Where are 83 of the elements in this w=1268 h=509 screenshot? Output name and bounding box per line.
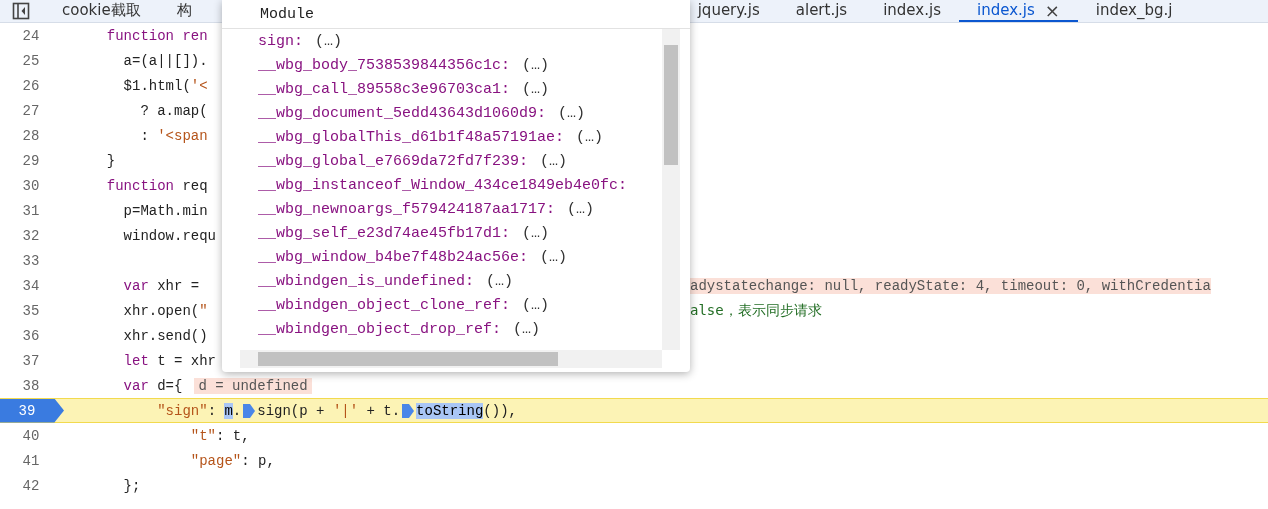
line-number: 40	[21, 427, 41, 444]
line-number: 37	[21, 352, 41, 369]
file-tab[interactable]: index.js	[865, 0, 959, 22]
breakpoint-line-number[interactable]: 39	[0, 398, 64, 423]
line-number: 27	[21, 102, 41, 119]
vertical-scrollbar[interactable]	[662, 29, 680, 350]
code-token: function	[105, 177, 174, 194]
property-row[interactable]: __wbg_document_5edd43643d1060d9: (…)	[258, 101, 662, 125]
code-token: + t.	[365, 402, 401, 419]
line-number: 29	[21, 152, 41, 169]
file-tab[interactable]: cookie截取	[44, 0, 159, 22]
code-token: t = xhr	[156, 352, 217, 369]
property-row[interactable]: __wbg_call_89558c3e96703ca1: (…)	[258, 77, 662, 101]
code-comment: alse，表示同步请求	[690, 301, 822, 318]
code-token: sign(p +	[257, 402, 326, 419]
horizontal-scrollbar[interactable]	[240, 350, 662, 368]
file-tab[interactable]: 构	[158, 0, 210, 22]
code-token: let	[122, 352, 149, 369]
property-row[interactable]: __wbindgen_object_drop_ref: (…)	[258, 317, 662, 341]
property-row[interactable]: __wbg_instanceof_Window_434ce1849eb4e0fc:	[258, 173, 662, 197]
property-row[interactable]: __wbg_globalThis_d61b1f48a57191ae: (…)	[258, 125, 662, 149]
code-token: "	[199, 302, 208, 319]
code-token: xhr =	[156, 277, 200, 294]
property-row[interactable]: __wbg_global_e7669da72fd7f239: (…)	[258, 149, 662, 173]
line-number: 41	[21, 452, 41, 469]
code-token: };	[122, 477, 141, 494]
popover-title: Module	[222, 0, 690, 29]
line-number: 25	[21, 52, 41, 69]
code-token: xhr.send()	[122, 327, 208, 344]
code-token: :	[139, 127, 150, 144]
code-token: toString	[416, 402, 484, 419]
line-number: 28	[21, 127, 41, 144]
file-tab[interactable]: index.js ×	[958, 0, 1078, 22]
code-token: a=(a||[]).	[122, 52, 208, 69]
line-number: 33	[21, 252, 41, 269]
property-row[interactable]: __wbindgen_is_undefined: (…)	[258, 269, 662, 293]
line-number: 32	[21, 227, 41, 244]
line-number: 35	[21, 302, 41, 319]
property-row[interactable]: sign: (…)	[258, 29, 662, 53]
code-token: window.requ	[122, 227, 217, 244]
code-token: '|'	[332, 402, 359, 419]
code-token: var	[122, 377, 149, 394]
property-row[interactable]: __wbg_body_7538539844356c1c: (…)	[258, 53, 662, 77]
code-token: .	[232, 402, 242, 419]
code-token: ()),	[483, 402, 517, 419]
line-number: 38	[21, 377, 41, 394]
code-token: "t"	[189, 427, 217, 444]
code-token: }	[105, 152, 116, 169]
code-token: "page"	[189, 452, 242, 469]
code-token: req	[181, 177, 208, 194]
code-token: var	[122, 277, 149, 294]
line-number: 42	[21, 477, 41, 494]
line-number: 26	[21, 77, 41, 94]
code-token: $1.html(	[122, 77, 191, 94]
code-token: :	[207, 402, 218, 419]
code-token: m	[224, 402, 233, 419]
line-number: 31	[21, 202, 41, 219]
code-token: p=Math.min	[122, 202, 208, 219]
code-token: ? a.map(	[139, 102, 208, 119]
step-marker-icon[interactable]	[242, 402, 257, 419]
step-marker-icon[interactable]	[401, 402, 416, 419]
code-token: : p,	[241, 452, 275, 469]
line-number: 30	[21, 177, 41, 194]
sidebar-toggle-icon[interactable]	[12, 2, 30, 20]
code-token: xhr.open(	[122, 302, 200, 319]
code-token: d={	[156, 377, 183, 394]
file-tab[interactable]: alert.js	[777, 0, 866, 22]
code-token: function ren	[105, 27, 208, 44]
property-row[interactable]: __wbg_window_b4be7f48b24ac56e: (…)	[258, 245, 662, 269]
code-token: : t,	[216, 427, 250, 444]
property-row[interactable]: __wbg_newnoargs_f579424187aa1717: (…)	[258, 197, 662, 221]
line-number: 36	[21, 327, 41, 344]
close-tab-button[interactable]: ×	[1044, 0, 1060, 21]
property-row[interactable]: __wbg_self_e23d74ae45fb17d1: (…)	[258, 221, 662, 245]
property-row[interactable]: __wbindgen_object_clone_ref: (…)	[258, 293, 662, 317]
code-token: '<	[190, 77, 208, 94]
inline-value: d = undefined	[194, 377, 312, 394]
code-token: "sign"	[156, 402, 208, 419]
code-token: '<span	[157, 127, 208, 144]
line-number: 34	[21, 277, 41, 294]
inline-value: adystatechange: null, readyState: 4, timeout: 0, withCredentia	[690, 277, 1211, 294]
file-tab[interactable]: index_bg.j	[1077, 0, 1191, 22]
line-number: 24	[21, 27, 41, 44]
